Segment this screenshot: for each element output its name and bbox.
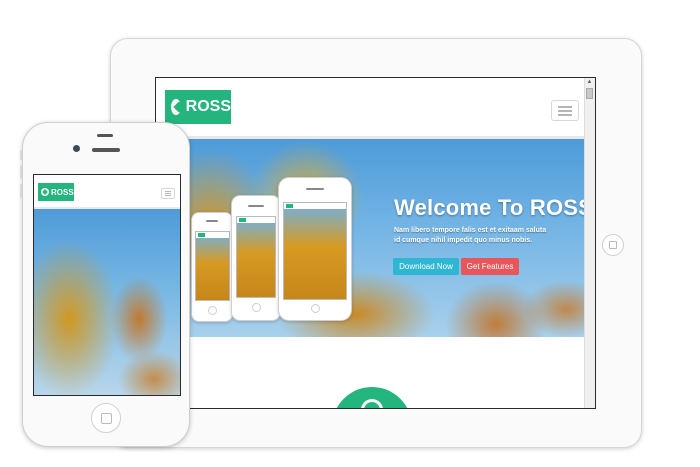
tablet-home-button xyxy=(602,234,624,256)
phone-hero-banner xyxy=(34,209,180,395)
phone-logo-text: ROSS xyxy=(51,187,74,197)
phone-screen: ROSS xyxy=(33,174,181,396)
phone-volume-up xyxy=(20,165,22,179)
phone-camera xyxy=(73,145,80,152)
feature-circle-clip xyxy=(155,77,594,408)
phone-volume-down xyxy=(20,184,22,198)
phone-navbar: ROSS xyxy=(34,175,180,209)
hamburger-menu-icon[interactable] xyxy=(161,188,175,199)
phone-speaker xyxy=(92,148,120,152)
phone-side-button xyxy=(20,150,22,160)
compass-icon xyxy=(41,188,49,196)
home-button-icon xyxy=(91,403,121,433)
phone-logo[interactable]: ROSS xyxy=(38,183,74,201)
phone-earpiece xyxy=(97,134,113,137)
